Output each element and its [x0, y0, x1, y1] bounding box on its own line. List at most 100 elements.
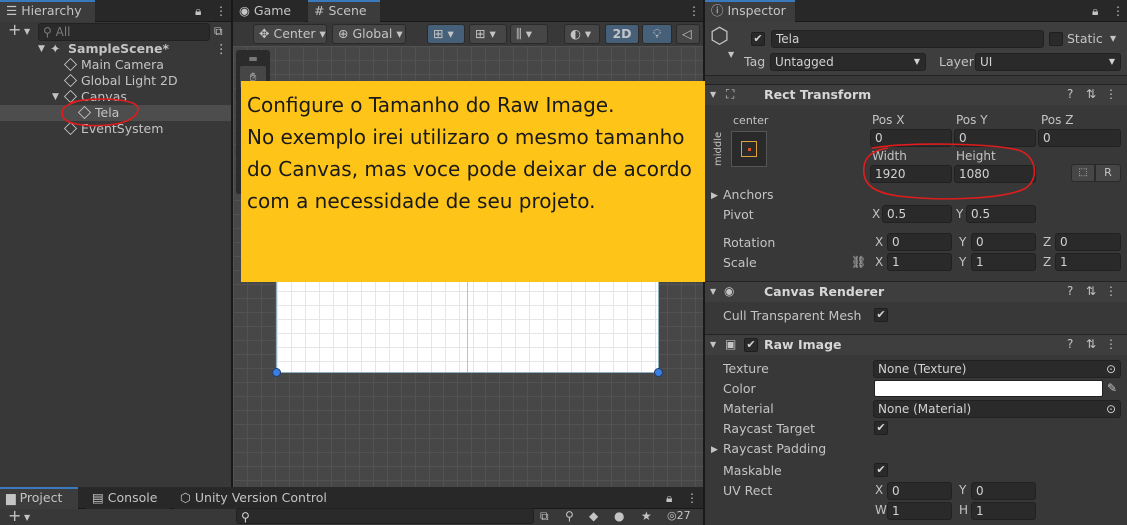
hierarchy-search-input[interactable]: ⚲ All — [38, 23, 210, 41]
object-active-checkbox[interactable]: ✔ — [751, 32, 765, 46]
expand-arrow-icon[interactable]: ▼ — [38, 41, 45, 57]
tab-console[interactable]: ▤ Console — [86, 487, 170, 509]
rotation-z-field[interactable]: 0 — [1055, 233, 1121, 251]
more-menu-icon[interactable]: ⋮ — [215, 4, 227, 18]
tree-item-scene[interactable]: ▼ ✦ SampleScene* ⋮ — [0, 41, 231, 57]
collapse-arrow-icon[interactable]: ▼ — [710, 285, 716, 299]
raycast-target-checkbox[interactable]: ✔ — [874, 421, 888, 435]
tools-grip-icon: ═ — [249, 52, 257, 66]
rect-handle-br[interactable] — [654, 368, 663, 377]
tag-dropdown[interactable]: Untagged ▼ — [770, 53, 926, 71]
maskable-checkbox[interactable]: ✔ — [874, 463, 888, 477]
2d-toggle-button[interactable]: 2D — [605, 24, 639, 44]
pos-z-field[interactable]: 0 — [1038, 129, 1121, 147]
draw-mode-button[interactable]: ◐ ▾ — [564, 24, 600, 44]
search-by-type-icon[interactable]: ⧉ — [540, 509, 549, 523]
layer-dropdown[interactable]: UI ▼ — [975, 53, 1121, 71]
tree-item-main-camera[interactable]: Main Camera — [0, 57, 231, 73]
texture-field[interactable]: None (Texture) ⊙ — [873, 360, 1121, 378]
blueprint-mode-button[interactable]: ⬚ — [1071, 164, 1095, 182]
tab-hierarchy[interactable]: ☰ Hierarchy — [0, 0, 95, 22]
lock-icon[interactable]: 🔒︎ — [195, 4, 201, 18]
increment-snap-button[interactable]: ⫼ ▾ — [510, 24, 548, 44]
raw-image-header[interactable]: ▼ ▣ ✔ Raw Image ? ⇅ ⋮ — [705, 334, 1127, 355]
scale-x-field[interactable]: 1 — [887, 253, 952, 271]
global-dropdown[interactable]: ⊕ Global ▾ — [332, 24, 406, 44]
scale-y-field[interactable]: 1 — [971, 253, 1036, 271]
component-menu-icon[interactable]: ⋮ — [1105, 284, 1117, 298]
component-menu-icon[interactable]: ⋮ — [1105, 337, 1117, 351]
rect-handle-bl[interactable] — [272, 368, 281, 377]
anchor-preset-button[interactable] — [731, 131, 767, 167]
anchors-expand-icon[interactable]: ▶ — [711, 189, 718, 203]
add-icon[interactable]: + — [8, 22, 21, 38]
tab-inspector[interactable]: ⓘ Inspector — [705, 0, 795, 22]
add-dropdown-icon[interactable]: ▼ — [24, 511, 30, 525]
cull-transparent-mesh-checkbox[interactable]: ✔ — [874, 308, 888, 322]
collapse-arrow-icon[interactable]: ▼ — [710, 88, 716, 102]
scene-menu-icon[interactable]: ⋮ — [215, 41, 228, 57]
raw-image-enabled-checkbox[interactable]: ✔ — [744, 338, 758, 352]
hidden-packages-icon[interactable]: ● — [614, 509, 624, 523]
canvas-renderer-header[interactable]: ▼ ◉ Canvas Renderer ? ⇅ ⋮ — [705, 281, 1127, 302]
more-menu-icon[interactable]: ⋮ — [1112, 4, 1124, 18]
object-name-input[interactable]: Tela — [771, 30, 1044, 48]
preset-icon[interactable]: ⇅ — [1086, 87, 1096, 101]
collapse-arrow-icon[interactable]: ▼ — [710, 338, 716, 352]
object-picker-icon[interactable]: ⊙ — [1106, 361, 1116, 377]
tab-game[interactable]: ◉ Game — [233, 0, 305, 22]
raycast-padding-expand-icon[interactable]: ▶ — [711, 443, 718, 457]
rotation-x-field[interactable]: 0 — [887, 233, 952, 251]
tab-scene[interactable]: # Scene — [308, 0, 380, 22]
raycast-padding-label[interactable]: Raycast Padding — [723, 441, 826, 456]
uv-w-field[interactable]: 1 — [887, 502, 952, 520]
info-icon: ⓘ — [711, 3, 728, 18]
lighting-toggle-button[interactable]: 💡︎ — [642, 24, 672, 44]
scale-y-label: Y — [959, 255, 967, 269]
raw-edit-button[interactable]: R — [1095, 164, 1121, 182]
icon-dropdown-icon[interactable]: ▼ — [728, 48, 734, 62]
lock-icon[interactable]: 🔒︎ — [1092, 4, 1098, 18]
pivot-x-field[interactable]: 0.5 — [882, 205, 952, 223]
uv-h-field[interactable]: 1 — [971, 502, 1036, 520]
favorite-star-icon[interactable]: ★ — [641, 509, 652, 523]
tree-item-global-light[interactable]: Global Light 2D — [0, 73, 231, 89]
object-picker-icon[interactable]: ⊙ — [1106, 401, 1116, 417]
tab-version-control[interactable]: ⬡ Unity Version Control — [174, 487, 344, 509]
project-search-input[interactable]: ⚲ — [236, 508, 534, 524]
scene-canvas-rect[interactable] — [276, 276, 659, 373]
scale-z-field[interactable]: 1 — [1055, 253, 1121, 271]
static-checkbox[interactable] — [1049, 32, 1063, 46]
more-menu-icon[interactable]: ⋮ — [686, 491, 698, 505]
component-menu-icon[interactable]: ⋮ — [1105, 87, 1117, 101]
material-field[interactable]: None (Material) ⊙ — [873, 400, 1121, 418]
eye-slash-icon: ◎ — [667, 509, 677, 522]
constrain-proportions-icon[interactable]: ⛓︎ — [851, 255, 866, 269]
help-icon[interactable]: ? — [1067, 87, 1073, 101]
rect-transform-header[interactable]: ▼ ⛶ Rect Transform ? ⇅ ⋮ — [705, 84, 1127, 105]
help-icon[interactable]: ? — [1067, 337, 1073, 351]
rotation-y-field[interactable]: 0 — [971, 233, 1036, 251]
pivot-y-field[interactable]: 0.5 — [966, 205, 1036, 223]
preset-icon[interactable]: ⇅ — [1086, 337, 1096, 351]
grid-toggle-button[interactable]: ⊞ ▾ — [469, 24, 507, 44]
pivot-dropdown[interactable]: ✥ Center ▾ — [253, 24, 327, 44]
uv-y-field[interactable]: 0 — [971, 482, 1036, 500]
lock-icon[interactable]: 🔒︎ — [666, 491, 672, 505]
preset-icon[interactable]: ⇅ — [1086, 284, 1096, 298]
color-swatch[interactable] — [874, 380, 1103, 397]
search-by-label-icon[interactable]: ⚲ — [565, 509, 574, 523]
grid-snap-button[interactable]: ⊞ ▾ — [427, 24, 465, 44]
help-icon[interactable]: ? — [1067, 284, 1073, 298]
search-filter-icon[interactable]: ⧉ — [214, 24, 223, 38]
add-dropdown-icon[interactable]: ▼ — [24, 25, 30, 39]
static-dropdown-icon[interactable]: ▼ — [1110, 32, 1116, 46]
anchors-label[interactable]: Anchors — [723, 187, 774, 202]
tag-icon[interactable]: ◆ — [589, 509, 598, 523]
image-icon: ▣ — [725, 337, 737, 351]
add-icon[interactable]: + — [8, 508, 21, 524]
eyedropper-icon[interactable]: ✎ — [1107, 381, 1117, 395]
audio-toggle-button[interactable]: ◁ — [676, 24, 700, 44]
uv-x-field[interactable]: 0 — [887, 482, 952, 500]
scene-menu-icon[interactable]: ⋮ — [688, 4, 700, 18]
